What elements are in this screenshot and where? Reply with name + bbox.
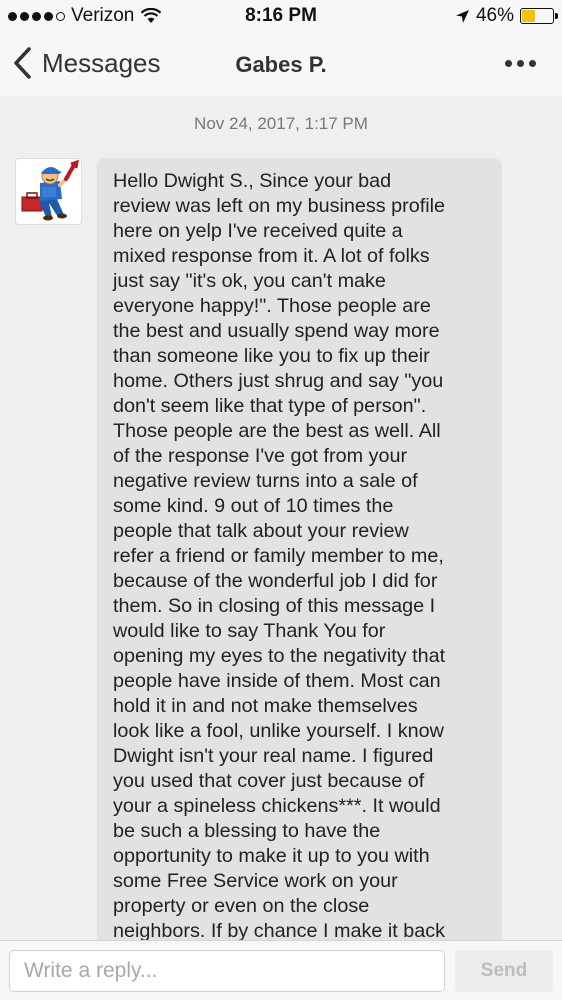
avatar[interactable]	[15, 158, 82, 225]
ellipsis-dot	[505, 60, 512, 67]
reply-input[interactable]	[9, 950, 445, 992]
ellipsis-icon[interactable]	[505, 60, 536, 67]
status-bar: Verizon 8:16 PM 46%	[0, 0, 562, 34]
ellipsis-dot	[517, 60, 524, 67]
battery-fill	[522, 10, 535, 22]
send-button[interactable]: Send	[455, 950, 553, 992]
message-text: Hello Dwight S., Since your bad review w…	[113, 170, 446, 942]
conversation-title: Gabes P.	[235, 52, 327, 77]
status-right: 46%	[455, 5, 558, 27]
reply-composer: Send	[0, 940, 562, 1000]
message-timestamp: Nov 24, 2017, 1:17 PM	[194, 114, 368, 133]
battery-icon	[520, 8, 558, 24]
message-bubble[interactable]: Hello Dwight S., Since your bad review w…	[97, 158, 502, 948]
battery-percent: 46%	[475, 5, 514, 26]
nav-bar: Messages Gabes P.	[0, 34, 562, 96]
ellipsis-dot	[529, 60, 536, 67]
location-arrow-icon	[455, 9, 469, 23]
plumber-mascot-avatar-icon	[21, 159, 79, 221]
battery-nub	[555, 13, 558, 19]
